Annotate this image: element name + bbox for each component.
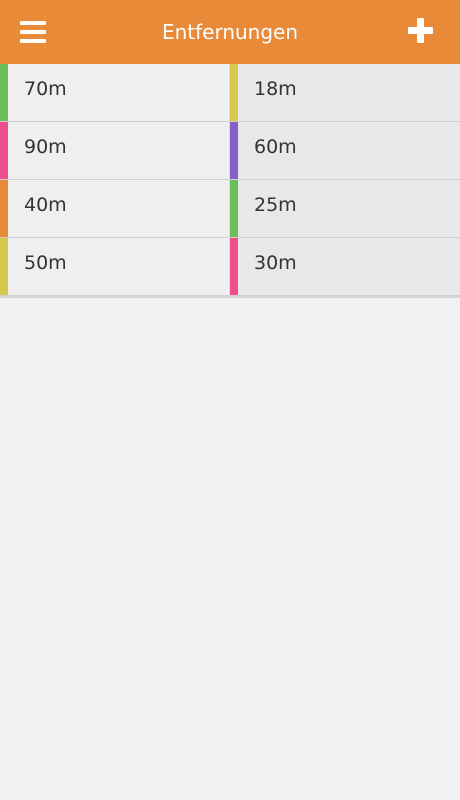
distance-tile[interactable]: 70m xyxy=(0,64,230,122)
distance-label: 30m xyxy=(254,252,297,274)
distance-label: 90m xyxy=(24,136,67,158)
distance-label: 60m xyxy=(254,136,297,158)
page-title: Entfernungen xyxy=(161,20,299,44)
distance-label: 40m xyxy=(24,194,67,216)
color-stripe xyxy=(0,122,8,179)
distance-label: 18m xyxy=(254,78,297,100)
distance-tile[interactable]: 90m xyxy=(0,122,230,180)
distance-label: 25m xyxy=(254,194,297,216)
color-stripe xyxy=(0,238,8,295)
distance-tile[interactable]: 40m xyxy=(0,180,230,238)
distance-tile[interactable]: 18m xyxy=(230,64,460,122)
distance-tile[interactable]: 25m xyxy=(230,180,460,238)
color-stripe xyxy=(230,122,238,179)
color-stripe xyxy=(230,180,238,237)
color-stripe xyxy=(0,64,8,121)
plus-icon[interactable] xyxy=(408,18,433,43)
color-stripe xyxy=(230,64,238,121)
distance-label: 70m xyxy=(24,78,67,100)
distance-tile[interactable]: 60m xyxy=(230,122,460,180)
distance-tile[interactable]: 50m xyxy=(0,238,230,296)
distance-grid: 70m 18m 90m 60m 40m 25m 50m 30m xyxy=(0,64,460,298)
distance-tile[interactable]: 30m xyxy=(230,238,460,296)
app-header: Entfernungen xyxy=(0,0,460,64)
color-stripe xyxy=(230,238,238,295)
distance-label: 50m xyxy=(24,252,67,274)
color-stripe xyxy=(0,180,8,237)
